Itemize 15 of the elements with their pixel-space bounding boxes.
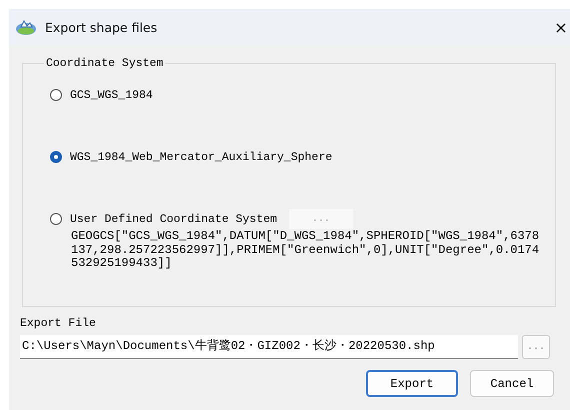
window-title: Export shape files	[45, 20, 158, 34]
radio-button[interactable]	[50, 89, 62, 101]
option-label[interactable]: WGS_1984_Web_Mercator_Auxiliary_Sphere	[70, 150, 332, 164]
coordinate-definition: GEOGCS["GCS_WGS_1984",DATUM["D_WGS_1984",SPHEROID["WGS_1984",6378137,298.257223562997]],PRIMEM["Greenwich",0],UNIT["Degree",0.0174532925199433]]	[71, 230, 540, 270]
option-label[interactable]: GCS_WGS_1984	[70, 88, 153, 102]
export-button[interactable]: Export	[366, 370, 458, 397]
option-label[interactable]: User Defined Coordinate System	[70, 212, 278, 226]
close-button[interactable]: ×	[552, 18, 570, 36]
cancel-button[interactable]: Cancel	[470, 370, 554, 397]
radio-button[interactable]	[50, 151, 62, 163]
group-title: Coordinate System	[45, 57, 164, 70]
export-file-label: Export File	[20, 317, 97, 330]
radio-button[interactable]	[50, 213, 62, 225]
file-path-field[interactable]: C:\Users\Mayn\Documents\牛背鹭02・GIZ002・长沙・20220530.shp	[20, 335, 518, 359]
map-icon	[15, 18, 37, 36]
